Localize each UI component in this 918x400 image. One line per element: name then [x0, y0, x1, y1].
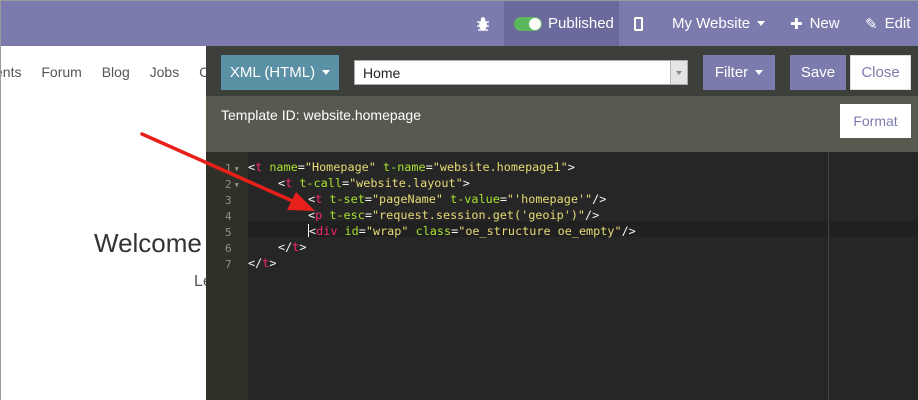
save-button[interactable]: Save — [790, 55, 846, 90]
code-line: </t> — [278, 240, 307, 254]
line-number: 2 ▼ — [225, 178, 239, 191]
editor-toolbar: XML (HTML) Home Filter Save Close — [206, 46, 918, 96]
caret-down-icon — [757, 21, 766, 26]
toggle-switch-icon[interactable] — [514, 16, 542, 31]
top-navbar: Published My Website ✚ New ✎ Edit — [1, 1, 918, 46]
html-editor-panel: XML (HTML) Home Filter Save Close Templa… — [206, 46, 918, 400]
plus-icon: ✚ — [790, 15, 803, 33]
new-label: New — [809, 15, 840, 32]
code-line: <t name="Homepage" t-name="website.homep… — [248, 160, 575, 174]
close-button[interactable]: Close — [850, 55, 911, 90]
menu-item-contact[interactable]: Co — [199, 64, 206, 80]
code-line: <p t-esc="request.session.get('geoip')"/… — [308, 208, 600, 222]
edit-button[interactable]: ✎ Edit — [865, 1, 910, 46]
code-line: <t t-set="pageName" t-value="'homepage'"… — [308, 192, 607, 206]
template-info-bar: Template ID: website.homepage Format — [206, 96, 918, 152]
menu-item-events[interactable]: ents — [1, 64, 21, 80]
menu-item-jobs[interactable]: Jobs — [150, 64, 180, 80]
select-arrow-icon[interactable] — [670, 61, 687, 84]
mobile-preview-button[interactable] — [629, 1, 647, 46]
welcome-subtitle: Le — [194, 273, 206, 290]
text-cursor — [308, 224, 309, 237]
line-number: 4 — [225, 210, 232, 223]
xml-type-label: XML (HTML) — [229, 64, 316, 81]
code-line: <t t-call="website.layout"> — [278, 176, 470, 190]
menu-item-blog[interactable]: Blog — [102, 64, 130, 80]
line-number: 1 ▼ — [225, 162, 239, 175]
code-line: <div id="wrap" class="oe_structure oe_em… — [308, 224, 636, 238]
line-number: 6 — [225, 242, 232, 255]
caret-down-icon — [755, 70, 764, 75]
filter-dropdown[interactable]: Filter — [703, 55, 775, 90]
line-number-gutter: 1 ▼ 2 ▼ 3 4 5 6 7 — [206, 152, 248, 400]
template-id-label: Template ID: website.homepage — [221, 107, 421, 123]
line-number: 7 — [225, 258, 232, 271]
view-select-value: Home — [363, 64, 401, 81]
bug-icon[interactable] — [471, 1, 495, 46]
code-area[interactable]: <t name="Homepage" t-name="website.homep… — [248, 152, 918, 400]
menu-item-forum[interactable]: Forum — [41, 64, 81, 80]
format-button[interactable]: Format — [840, 104, 911, 138]
website-preview: ents Forum Blog Jobs Co Welcome Le — [1, 46, 206, 400]
fold-arrow-icon[interactable]: ▼ — [235, 181, 239, 189]
code-line: </t> — [248, 256, 277, 270]
published-toggle[interactable]: Published — [504, 1, 619, 46]
mobile-icon — [633, 16, 643, 31]
filter-label: Filter — [714, 64, 749, 81]
my-website-label: My Website — [672, 15, 751, 32]
new-button[interactable]: ✚ New — [790, 1, 840, 46]
line-number: 5 — [225, 226, 232, 239]
edit-label: Edit — [884, 15, 911, 32]
pencil-icon: ✎ — [865, 15, 878, 33]
fold-arrow-icon[interactable]: ▼ — [235, 165, 239, 173]
website-menu: ents Forum Blog Jobs Co — [1, 64, 206, 80]
print-margin — [828, 152, 829, 400]
line-number: 3 — [225, 194, 232, 207]
view-select[interactable]: Home — [354, 60, 688, 85]
caret-down-icon — [322, 70, 331, 75]
published-label: Published — [548, 15, 614, 32]
xml-type-dropdown[interactable]: XML (HTML) — [221, 55, 339, 90]
welcome-heading: Welcome — [94, 228, 202, 258]
my-website-menu[interactable]: My Website — [672, 1, 766, 46]
